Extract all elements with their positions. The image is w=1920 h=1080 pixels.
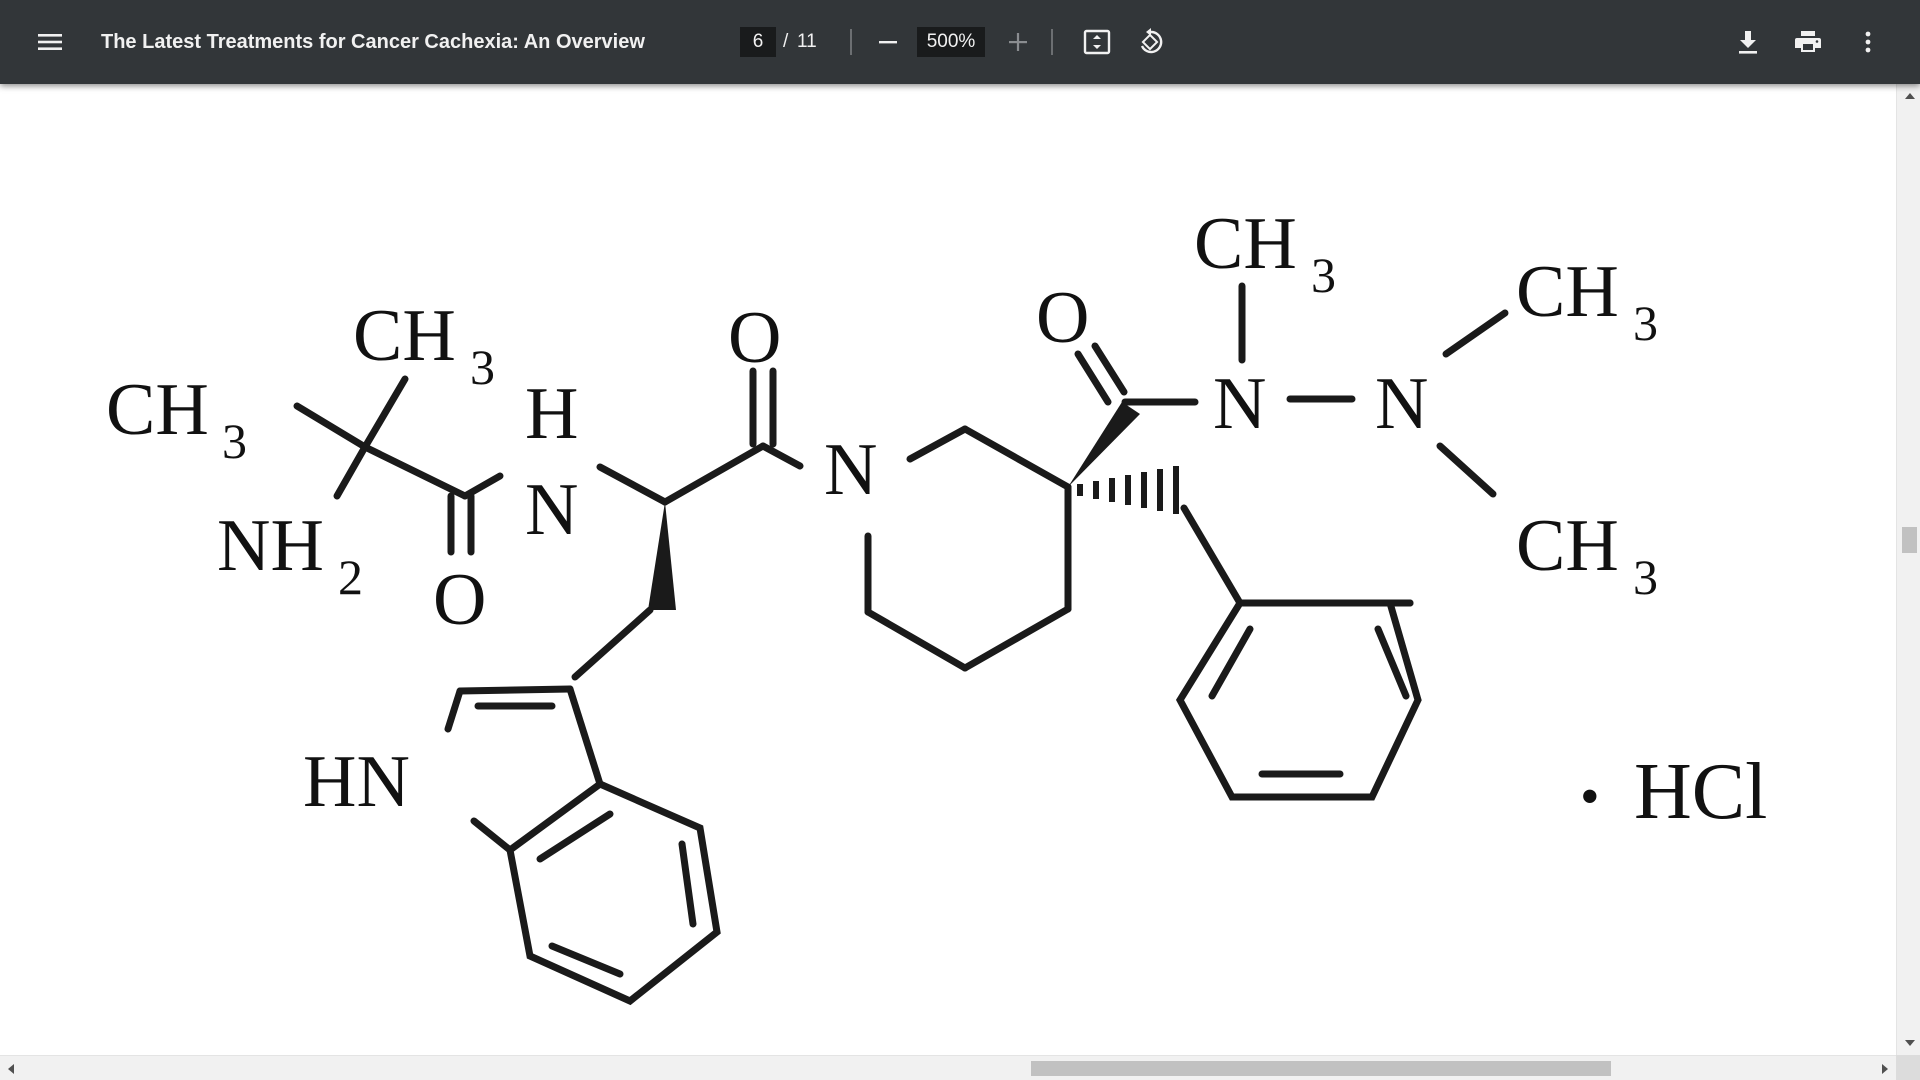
atom-label-o: O	[728, 297, 781, 379]
plus-icon[interactable]	[996, 20, 1040, 64]
scroll-up-arrow-icon[interactable]	[1905, 93, 1915, 99]
vertical-scrollbar[interactable]	[1896, 84, 1920, 1055]
page-total: 11	[797, 31, 817, 52]
atom-label-n: N	[1375, 363, 1428, 445]
toolbar-divider	[850, 29, 852, 55]
atom-label-subscript: 2	[338, 549, 363, 605]
scroll-right-arrow-icon[interactable]	[1882, 1064, 1888, 1074]
horizontal-scrollbar[interactable]	[0, 1055, 1896, 1080]
toolbar-divider	[1051, 29, 1053, 55]
fit-to-page-icon[interactable]	[1075, 20, 1119, 64]
atom-labels: CH 3 CH 3 NH 2 O H N O N O CH 3 N N CH 3…	[106, 203, 1767, 836]
download-icon[interactable]	[1725, 20, 1771, 64]
pdf-toolbar: The Latest Treatments for Cancer Cachexi…	[0, 0, 1920, 84]
minus-icon[interactable]	[866, 20, 910, 64]
atom-label-n-piperidine: N	[824, 429, 877, 511]
atom-label-o: O	[433, 559, 486, 641]
zoom-level-input[interactable]	[917, 27, 985, 57]
horizontal-scrollbar-thumb[interactable]	[1031, 1061, 1611, 1076]
stereo-hash-bond	[1077, 466, 1179, 514]
atom-label-ch3: CH	[1516, 251, 1619, 333]
print-icon[interactable]	[1785, 20, 1831, 64]
atom-label-ch3: CH	[106, 369, 209, 451]
atom-label-ch3: CH	[1194, 203, 1297, 285]
document-title: The Latest Treatments for Cancer Cachexi…	[101, 31, 645, 53]
hamburger-menu-icon[interactable]	[26, 20, 74, 64]
page-separator: /	[783, 31, 789, 52]
more-vertical-icon[interactable]	[1846, 20, 1890, 64]
atom-label-n: N	[1213, 363, 1266, 445]
atom-label-o: O	[1036, 277, 1089, 359]
atom-label-subscript: 3	[1311, 247, 1336, 303]
stereo-wedge-bond	[1068, 402, 1140, 487]
atom-label-nh2: NH	[217, 505, 324, 587]
vertical-scrollbar-thumb[interactable]	[1902, 527, 1917, 553]
atom-label-ch3: CH	[1516, 505, 1619, 587]
scrollbar-corner	[1896, 1055, 1920, 1080]
atom-label-ch3: CH	[353, 295, 456, 377]
atom-label-subscript: 3	[1633, 295, 1658, 351]
atom-label-n: N	[525, 469, 578, 551]
atom-label-subscript: 3	[1633, 549, 1658, 605]
salt-dot: •	[1580, 766, 1600, 828]
atom-label-hn-indole: HN	[303, 741, 410, 823]
chemical-structure: CH 3 CH 3 NH 2 O H N O N O CH 3 N N CH 3…	[106, 203, 1767, 1006]
salt-label-hcl: HCl	[1634, 748, 1767, 836]
atom-label-subscript: 3	[470, 339, 495, 395]
page-number-input[interactable]	[740, 27, 776, 57]
rotate-counterclockwise-icon[interactable]	[1129, 20, 1173, 64]
stereo-wedge-bond	[648, 502, 676, 610]
document-viewport[interactable]: CH 3 CH 3 NH 2 O H N O N O CH 3 N N CH 3…	[0, 84, 1896, 1055]
scroll-down-arrow-icon[interactable]	[1905, 1040, 1915, 1046]
atom-label-subscript: 3	[222, 413, 247, 469]
scroll-left-arrow-icon[interactable]	[8, 1064, 14, 1074]
atom-label-h: H	[525, 373, 578, 455]
